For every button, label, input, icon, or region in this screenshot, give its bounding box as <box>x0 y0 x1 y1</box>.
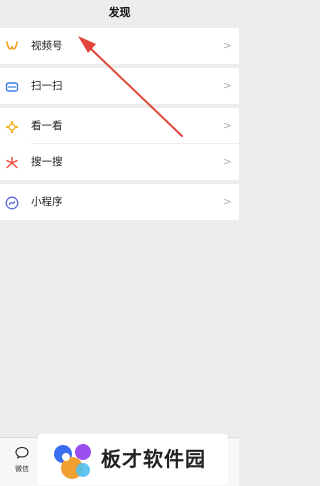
top-stories-icon <box>5 119 19 134</box>
chevron-right-icon: > <box>222 195 232 208</box>
chevron-right-icon: > <box>222 79 232 92</box>
chevron-right-icon: > <box>222 119 232 132</box>
channels-icon <box>5 39 19 53</box>
menu-item-label: 视频号 <box>31 40 63 52</box>
menu-group-channels: 视频号 > <box>0 28 239 64</box>
menu-item-label: 扫一扫 <box>31 80 63 92</box>
menu-item-label: 小程序 <box>31 196 63 208</box>
scan-icon <box>5 79 19 93</box>
menu-item-top-stories[interactable]: 看一看 > <box>0 108 239 144</box>
menu-item-mini-programs[interactable]: 小程序 > <box>0 184 239 220</box>
menu-item-scan[interactable]: 扫一扫 > <box>0 68 239 104</box>
menu-group-scan: 扫一扫 > <box>0 68 239 104</box>
menu-item-channels[interactable]: 视频号 > <box>0 28 239 64</box>
menu-item-search[interactable]: 搜一搜 > <box>0 144 239 180</box>
watermark-text: 板才软件园 <box>101 447 206 471</box>
page-title: 发现 <box>108 6 131 19</box>
watermark: 板才软件园 <box>38 434 228 485</box>
tab-label: 微信 <box>15 465 29 473</box>
chat-bubble-icon <box>15 444 29 463</box>
tab-chats[interactable]: 微信 <box>8 444 36 474</box>
menu-item-label: 看一看 <box>31 120 63 132</box>
chevron-right-icon: > <box>222 39 232 52</box>
menu-group-stories-search: 看一看 > 搜一搜 > <box>0 108 239 180</box>
chevron-right-icon: > <box>222 155 232 168</box>
search-icon <box>5 155 19 169</box>
mini-programs-icon <box>5 195 19 210</box>
top-bar: 发现 <box>0 0 239 26</box>
menu-group-mini-programs: 小程序 > <box>0 184 239 220</box>
watermark-logo-icon <box>50 441 96 481</box>
menu-item-label: 搜一搜 <box>31 156 63 168</box>
